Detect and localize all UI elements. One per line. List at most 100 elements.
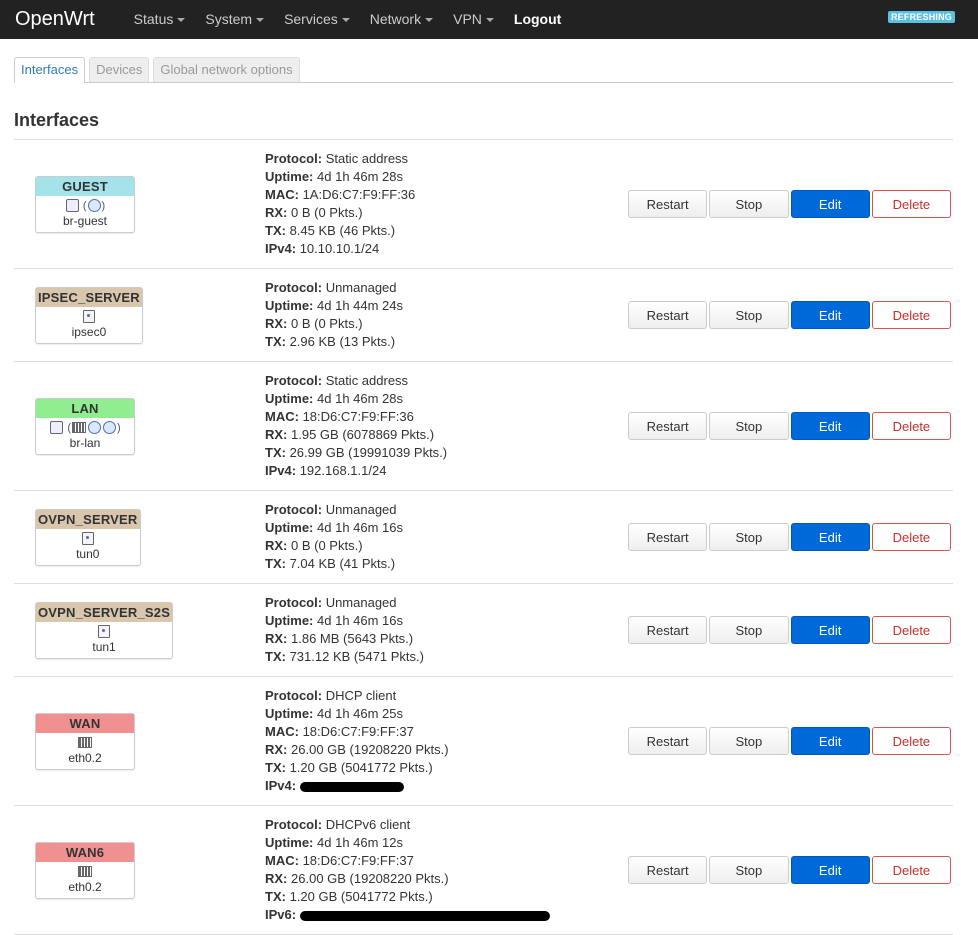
interface-badge[interactable]: OVPN_SERVER tun0 xyxy=(35,508,141,566)
interface-name: LAN xyxy=(36,398,134,418)
info-line: RX: 1.86 MB (5643 Pkts.) xyxy=(265,630,628,648)
info-value: 18:D6:C7:F9:FF:36 xyxy=(302,409,414,424)
stop-button[interactable]: Stop xyxy=(709,301,789,329)
interface-device-name: br-lan xyxy=(69,435,101,450)
tunnel-icon xyxy=(98,625,111,639)
interface-badge[interactable]: GUEST () br-guest xyxy=(35,175,135,233)
restart-button[interactable]: Restart xyxy=(628,301,708,329)
delete-button[interactable]: Delete xyxy=(871,190,951,218)
nav-vpn[interactable]: VPN xyxy=(443,0,504,39)
info-label: Protocol: xyxy=(265,502,323,517)
info-label: TX: xyxy=(265,556,286,571)
interface-device-box: tun1 xyxy=(36,622,172,658)
edit-button[interactable]: Edit xyxy=(790,856,870,884)
info-line: IPv4: xyxy=(265,777,628,795)
nav-vpn-label: VPN xyxy=(453,11,482,27)
info-line: Protocol: Unmanaged xyxy=(265,501,628,519)
interface-badge[interactable]: IPSEC_SERVER ipsec0 xyxy=(35,286,143,344)
edit-button[interactable]: Edit xyxy=(790,301,870,329)
info-value: Unmanaged xyxy=(325,280,397,295)
edit-button[interactable]: Edit xyxy=(790,523,870,551)
info-line: Uptime: 4d 1h 46m 12s xyxy=(265,834,628,852)
info-value: Static address xyxy=(325,373,409,388)
interface-badge-cell: OVPN_SERVER_S2S tun1 xyxy=(14,601,265,659)
stop-button[interactable]: Stop xyxy=(709,190,789,218)
edit-button[interactable]: Edit xyxy=(790,412,870,440)
delete-button[interactable]: Delete xyxy=(871,301,951,329)
info-value: 4d 1h 46m 25s xyxy=(317,706,404,721)
info-value: 8.45 KB (46 Pkts.) xyxy=(289,223,396,238)
redaction-mark xyxy=(299,781,404,792)
nav-network[interactable]: Network xyxy=(360,0,443,39)
interface-status-info: Protocol: DHCP client Uptime: 4d 1h 46m 2… xyxy=(265,677,628,805)
info-line: Uptime: 4d 1h 46m 16s xyxy=(265,519,628,537)
info-value: 1.20 GB (5041772 Pkts.) xyxy=(289,889,433,904)
delete-button[interactable]: Delete xyxy=(871,856,951,884)
delete-button[interactable]: Delete xyxy=(871,727,951,755)
nav-status[interactable]: Status xyxy=(124,0,196,39)
restart-button[interactable]: Restart xyxy=(628,190,708,218)
nav-system-label: System xyxy=(205,11,253,27)
ethernet-icon xyxy=(72,422,87,434)
info-line: IPv4: 10.10.10.1/24 xyxy=(265,240,628,258)
info-line: RX: 26.00 GB (19208220 Pkts.) xyxy=(265,870,628,888)
info-line: TX: 26.99 GB (19991039 Pkts.) xyxy=(265,444,628,462)
info-line: RX: 0 B (0 Pkts.) xyxy=(265,204,628,222)
interface-badge[interactable]: OVPN_SERVER_S2S tun1 xyxy=(35,601,174,659)
stop-button[interactable]: Stop xyxy=(709,412,789,440)
info-line: Uptime: 4d 1h 46m 16s xyxy=(265,612,628,630)
stop-button[interactable]: Stop xyxy=(709,727,789,755)
edit-button[interactable]: Edit xyxy=(790,727,870,755)
info-line: MAC: 18:D6:C7:F9:FF:36 xyxy=(265,408,628,426)
delete-button[interactable]: Delete xyxy=(871,616,951,644)
info-line: MAC: 1A:D6:C7:F9:FF:36 xyxy=(265,186,628,204)
nav-services[interactable]: Services xyxy=(274,0,360,39)
delete-button[interactable]: Delete xyxy=(871,523,951,551)
info-line: Protocol: Unmanaged xyxy=(265,594,628,612)
info-line: TX: 1.20 GB (5041772 Pkts.) xyxy=(265,759,628,777)
tab-devices[interactable]: Devices xyxy=(89,57,150,82)
stop-button[interactable]: Stop xyxy=(709,616,789,644)
info-label: TX: xyxy=(265,760,286,775)
interface-status-info: Protocol: Static address Uptime: 4d 1h 46… xyxy=(265,362,628,490)
edit-button[interactable]: Edit xyxy=(790,616,870,644)
tab-global-network-options[interactable]: Global network options xyxy=(153,57,300,82)
info-value: 4d 1h 46m 12s xyxy=(317,835,404,850)
info-label: Uptime: xyxy=(265,298,314,313)
info-line: Protocol: DHCPv6 client xyxy=(265,816,628,834)
interface-badge[interactable]: LAN () br-lan xyxy=(35,397,135,455)
info-value: 4d 1h 46m 28s xyxy=(317,391,404,406)
restart-button[interactable]: Restart xyxy=(628,523,708,551)
stop-button[interactable]: Stop xyxy=(709,856,789,884)
tunnel-icon xyxy=(82,310,95,324)
interface-status-info: Protocol: Unmanaged Uptime: 4d 1h 46m 16s… xyxy=(265,584,628,676)
refreshing-badge[interactable]: REFRESHING xyxy=(887,11,955,23)
nav-system[interactable]: System xyxy=(195,0,274,39)
nav-logout[interactable]: Logout xyxy=(504,0,571,39)
wifi-icon xyxy=(88,421,102,435)
interfaces-table: GUEST () br-guest Protocol: Static addre… xyxy=(14,139,953,935)
info-line: Uptime: 4d 1h 44m 24s xyxy=(265,297,628,315)
interface-badge-cell: LAN () br-lan xyxy=(14,397,265,455)
brand-logo[interactable]: OpenWrt xyxy=(0,0,110,39)
restart-button[interactable]: Restart xyxy=(628,616,708,644)
delete-button[interactable]: Delete xyxy=(871,412,951,440)
interface-badge[interactable]: WAN eth0.2 xyxy=(35,712,135,770)
interface-device-box: eth0.2 xyxy=(36,862,134,898)
info-value: 1.86 MB (5643 Pkts.) xyxy=(291,631,414,646)
restart-button[interactable]: Restart xyxy=(628,856,708,884)
info-label: Uptime: xyxy=(265,613,314,628)
interface-badge[interactable]: WAN6 eth0.2 xyxy=(35,841,135,899)
restart-button[interactable]: Restart xyxy=(628,727,708,755)
edit-button[interactable]: Edit xyxy=(790,190,870,218)
table-row: WAN6 eth0.2 Protocol: DHCPv6 client Uptim… xyxy=(14,806,953,935)
stop-button[interactable]: Stop xyxy=(709,523,789,551)
info-value: 192.168.1.1/24 xyxy=(299,463,387,478)
info-line: RX: 26.00 GB (19208220 Pkts.) xyxy=(265,741,628,759)
restart-button[interactable]: Restart xyxy=(628,412,708,440)
chevron-down-icon xyxy=(256,18,265,23)
table-row: LAN () br-lan Protocol: Static address Up… xyxy=(14,362,953,491)
table-row: IPSEC_SERVER ipsec0 Protocol: Unmanaged U… xyxy=(14,269,953,362)
tab-interfaces[interactable]: Interfaces xyxy=(14,57,86,83)
chevron-down-icon xyxy=(485,18,494,23)
